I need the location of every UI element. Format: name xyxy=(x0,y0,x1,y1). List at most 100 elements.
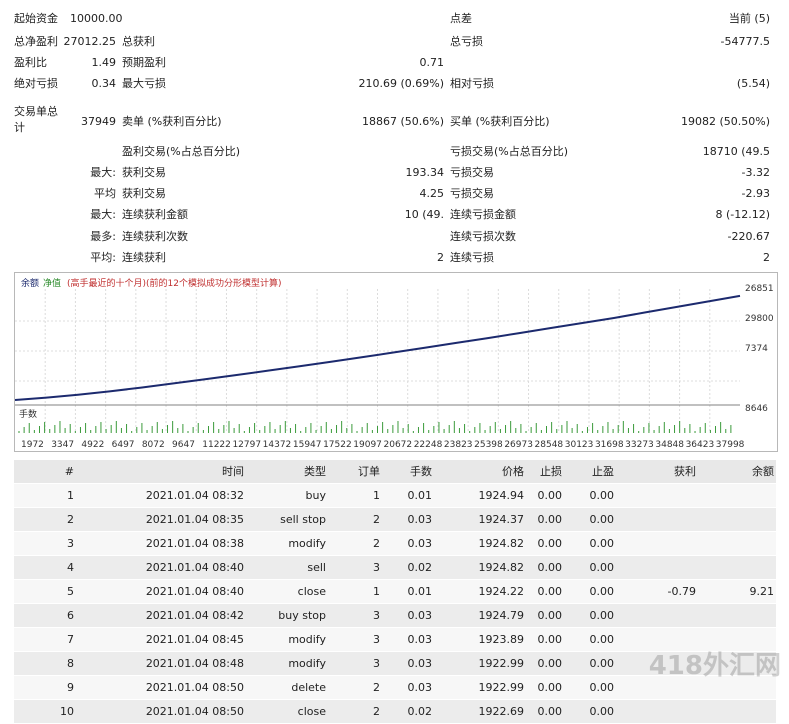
cell-lots: 0.02 xyxy=(407,705,433,718)
table-row[interactable]: 6 2021.01.04 08:42 buy stop 3 0.03 1924.79 0.0… xyxy=(14,604,776,628)
max-consec-losses-money-label: 连续亏损金额 xyxy=(450,208,516,221)
x-tick-label: 30123 xyxy=(565,440,594,450)
initial-deposit-value: 10000.00 xyxy=(70,12,123,25)
cell-price: 1922.99 xyxy=(478,657,525,670)
cell-lots: 0.02 xyxy=(407,561,433,574)
table-row[interactable]: 5 2021.01.04 08:40 close 1 0.01 1924.22 0.00 0.… xyxy=(14,580,776,604)
table-row[interactable]: 4 2021.01.04 08:40 sell 3 0.02 1924.82 0.00 0.0… xyxy=(14,556,776,580)
cell-type: modify xyxy=(288,657,326,670)
cell-profit xyxy=(614,532,696,555)
x-tick-label: 6497 xyxy=(112,440,135,450)
stats-row-profit-loss-trades: 盈利交易(%占总百分比) 亏损交易(%占总百分比) 18710 (49.5 xyxy=(0,141,789,163)
cell-index: 2 xyxy=(67,513,74,526)
watermark-logo: 418外汇网 xyxy=(648,651,781,681)
cell-index: 9 xyxy=(67,681,74,694)
stats-row-maximal: 最多: 连续获利次数 连续亏损次数 -220.67 xyxy=(0,226,789,248)
cell-order: 2 xyxy=(373,705,380,718)
cell-sl: 0.00 xyxy=(537,681,563,694)
x-tick-label: 1972 xyxy=(21,440,44,450)
table-row[interactable]: 3 2021.01.04 08:38 modify 2 0.03 1924.82 0.00 0… xyxy=(14,532,776,556)
largest-loss-label: 亏损交易 xyxy=(450,166,494,179)
cell-tp: 0.00 xyxy=(589,513,615,526)
cell-index: 1 xyxy=(67,489,74,502)
max-consec-loss-count-label: 连续亏损次数 xyxy=(450,230,516,243)
x-tick-label: 25398 xyxy=(474,440,503,450)
cell-time: 2021.01.04 08:50 xyxy=(145,681,244,694)
cell-lots: 0.01 xyxy=(407,489,433,502)
stats-row-net-profit: 总净盈利 27012.25 总获利 总亏损 -54777.5 xyxy=(0,31,789,53)
cell-lots: 0.03 xyxy=(407,657,433,670)
col-header-lots: 手数 xyxy=(410,465,432,478)
cell-index: 8 xyxy=(67,657,74,670)
cell-price: 1922.69 xyxy=(478,705,525,718)
cell-balance xyxy=(696,532,774,555)
cell-type: delete xyxy=(291,681,326,694)
cell-time: 2021.01.04 08:50 xyxy=(145,705,244,718)
cell-order: 2 xyxy=(373,681,380,694)
cell-type: modify xyxy=(288,537,326,550)
abs-drawdown-label: 绝对亏损 xyxy=(14,77,58,90)
cell-balance xyxy=(696,556,774,579)
cell-type: modify xyxy=(288,633,326,646)
right-axis-label: 8646 xyxy=(745,404,768,414)
cell-price: 1924.79 xyxy=(478,609,525,622)
trades-table: # 时间 类型 订单 手数 价格 止损 止盈 获利 余额 1 2021.01.04… xyxy=(14,460,776,724)
stats-row-largest: 最大: 获利交易 193.34 亏损交易 -3.32 xyxy=(0,162,789,184)
table-header: # 时间 类型 订单 手数 价格 止损 止盈 获利 余额 xyxy=(14,460,776,484)
cell-time: 2021.01.04 08:32 xyxy=(145,489,244,502)
cell-sl: 0.00 xyxy=(537,609,563,622)
cell-profit xyxy=(614,700,696,723)
spread-label: 点差 xyxy=(450,12,472,25)
cell-tp: 0.00 xyxy=(589,633,615,646)
cell-tp: 0.00 xyxy=(589,705,615,718)
legend-balance: 余额 xyxy=(21,277,39,289)
largest-loss-value: -3.32 xyxy=(741,166,770,179)
cell-price: 1924.94 xyxy=(478,489,525,502)
x-tick-label: 19097 xyxy=(353,440,382,450)
x-tick-label: 9647 xyxy=(172,440,195,450)
cell-price: 1924.22 xyxy=(478,585,525,598)
rel-drawdown-value: (5.54) xyxy=(736,77,770,90)
cell-time: 2021.01.04 08:38 xyxy=(145,537,244,550)
cell-order: 2 xyxy=(373,513,380,526)
avg-consec-losses-value: 2 xyxy=(763,251,770,264)
max-drawdown-label: 最大亏损 xyxy=(122,77,166,90)
largest-profit-label: 获利交易 xyxy=(122,166,166,179)
cell-order: 1 xyxy=(373,489,380,502)
cell-tp: 0.00 xyxy=(589,489,615,502)
cell-index: 5 xyxy=(67,585,74,598)
max-consec-label: 最大: xyxy=(90,208,116,221)
x-tick-label: 34848 xyxy=(655,440,684,450)
average-loss-value: -2.93 xyxy=(741,187,770,200)
table-row[interactable]: 2 2021.01.04 08:35 sell stop 2 0.03 1924.37 0.… xyxy=(14,508,776,532)
legend-equity: 净值 xyxy=(43,277,61,289)
x-tick-label: 11222 xyxy=(202,440,231,450)
x-tick-label: 23823 xyxy=(444,440,473,450)
cell-time: 2021.01.04 08:40 xyxy=(145,561,244,574)
balance-line xyxy=(14,294,741,401)
cell-order: 3 xyxy=(373,657,380,670)
cell-time: 2021.01.04 08:40 xyxy=(145,585,244,598)
largest-label: 最大: xyxy=(90,166,116,179)
table-row[interactable]: 10 2021.01.04 08:50 close 2 0.02 1922.69 0.00 0… xyxy=(14,700,776,724)
net-profit-label: 总净盈利 xyxy=(14,35,58,48)
gross-loss-value: -54777.5 xyxy=(720,35,770,48)
cell-lots: 0.03 xyxy=(407,633,433,646)
cell-time: 2021.01.04 08:42 xyxy=(145,609,244,622)
avg-consec-label: 平均: xyxy=(90,251,116,264)
cell-tp: 0.00 xyxy=(589,537,615,550)
max-consec-wins-money-label: 连续获利金额 xyxy=(122,208,188,221)
cell-sl: 0.00 xyxy=(537,633,563,646)
gross-loss-label: 总亏损 xyxy=(450,35,483,48)
col-header-balance: 余额 xyxy=(752,465,774,478)
average-label: 平均 xyxy=(94,187,116,200)
stats-panel: 起始资金 10000.00 点差 当前 (5) 总净盈利 27012.25 总获… xyxy=(0,0,789,270)
cell-price: 1923.89 xyxy=(478,633,525,646)
table-row[interactable]: 1 2021.01.04 08:32 buy 1 0.01 1924.94 0.00 0.00 xyxy=(14,484,776,508)
spread-value: 当前 (5) xyxy=(728,12,770,25)
abs-drawdown-value: 0.34 xyxy=(91,77,117,90)
cell-balance: 9.21 xyxy=(749,585,775,598)
cell-profit xyxy=(614,556,696,579)
short-trades-value: 18867 (50.6%) xyxy=(361,115,444,128)
balance-chart: 余额 净值 (高手最近的十个月)(前的12个模拟成功分形模型计算) 手数 268… xyxy=(14,272,778,452)
